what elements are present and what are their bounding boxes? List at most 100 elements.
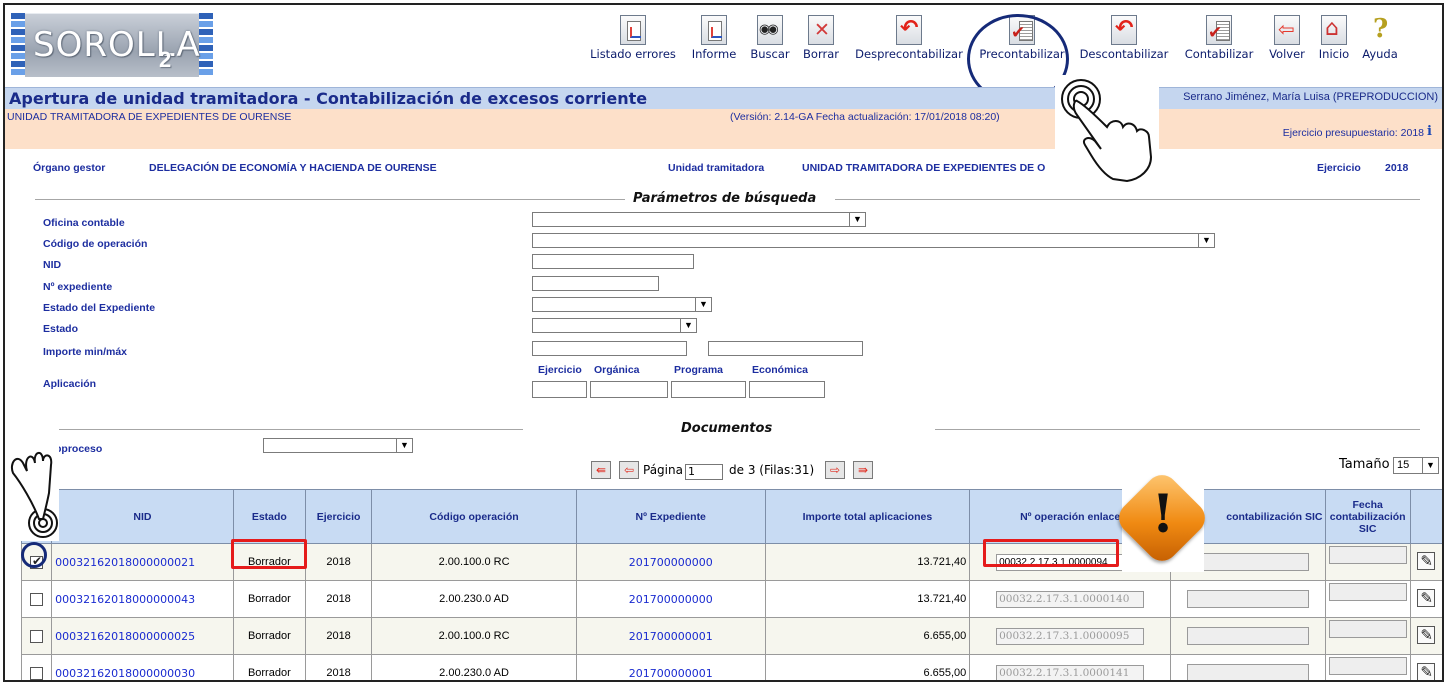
estado-exp-label: Estado del Expediente <box>43 302 156 314</box>
undo-icon <box>896 15 922 45</box>
prev-page-icon[interactable]: ⇦ <box>619 461 639 479</box>
table-row[interactable]: 00032162018000000025 Borrador 2018 2.00.… <box>20 617 1442 655</box>
header-importe[interactable]: Importe total aplicaciones <box>764 489 971 544</box>
subproceso-select[interactable]: ▼ <box>263 438 413 453</box>
codigo-select[interactable]: ▼ <box>532 233 1215 248</box>
table-row[interactable]: 00032162018000000043 Borrador 2018 2.00.… <box>20 580 1442 618</box>
unit-name: UNIDAD TRAMITADORA DE EXPEDIENTES DE OUR… <box>7 111 292 123</box>
search-section-title: Parámetros de búsqueda <box>633 191 817 206</box>
table-row[interactable]: 00032162018000000030 Borrador 2018 2.00.… <box>20 654 1442 680</box>
edit-icon[interactable] <box>1417 662 1436 680</box>
descontabilizar-button[interactable]: Descontabilizar <box>1073 15 1175 61</box>
row-contab-sic-input[interactable] <box>1186 553 1309 571</box>
row-checkbox[interactable] <box>30 666 44 680</box>
inicio-label: Inicio <box>1318 47 1350 61</box>
volver-button[interactable]: Volver <box>1263 15 1311 61</box>
report-icon <box>701 15 727 45</box>
ejercicio-value: 2018 <box>1385 162 1409 174</box>
aplicacion-economica-input[interactable] <box>749 381 825 398</box>
row-codigo: 2.00.230.0 AD <box>371 580 577 618</box>
row-nid-link[interactable]: 00032162018000000043 <box>51 580 234 618</box>
aplicacion-label: Aplicación <box>43 378 97 390</box>
ayuda-label: Ayuda <box>1362 47 1398 61</box>
next-page-icon[interactable]: ⇨ <box>825 461 845 479</box>
row-nid-link[interactable]: 00032162018000000030 <box>51 654 234 680</box>
edit-icon[interactable] <box>1417 625 1436 644</box>
oficina-label: Oficina contable <box>43 217 125 229</box>
size-select[interactable]: 15 ▼ <box>1393 457 1439 474</box>
aplicacion-ejercicio-label: Ejercicio <box>538 364 582 376</box>
row-estado: Borrador <box>232 654 306 680</box>
info-icon[interactable]: i <box>1427 124 1439 139</box>
header-codigo[interactable]: Código operación <box>371 489 577 544</box>
buscar-button[interactable]: Buscar <box>745 15 795 61</box>
contabilizar-button[interactable]: Contabilizar <box>1176 15 1262 61</box>
row-codigo: 2.00.100.0 RC <box>371 617 577 655</box>
row-fecha-sic-input[interactable] <box>1328 583 1407 601</box>
row-fecha-sic-input[interactable] <box>1328 620 1407 638</box>
listado-errores-button[interactable]: Listado errores <box>583 15 683 61</box>
descontabilizar-label: Descontabilizar <box>1079 47 1169 61</box>
row-enlace-input[interactable]: 00032.2.17.3.1.0000095 <box>996 627 1145 645</box>
nid-input[interactable] <box>532 254 694 269</box>
row-nid-link[interactable]: 00032162018000000021 <box>51 543 234 581</box>
informe-button[interactable]: Informe <box>685 15 743 61</box>
estado-select[interactable]: ▼ <box>532 318 697 333</box>
checklist-icon <box>1206 15 1232 45</box>
aplicacion-organica-input[interactable] <box>590 381 668 398</box>
divider-left <box>35 199 625 200</box>
aplicacion-ejercicio-input[interactable] <box>532 381 587 398</box>
page-input[interactable]: 1 <box>685 464 723 480</box>
first-page-icon[interactable]: ⇚ <box>591 461 611 479</box>
chevron-down-icon: ▼ <box>1422 458 1438 473</box>
row-contab-sic-input[interactable] <box>1186 627 1309 645</box>
chevron-down-icon: ▼ <box>680 319 696 332</box>
table-row[interactable]: 00032162018000000021 Borrador 2018 2.00.… <box>20 543 1442 581</box>
documents-section-title: Documentos <box>681 421 773 436</box>
nid-label: NID <box>43 259 62 271</box>
importe-max-input[interactable] <box>708 341 863 356</box>
row-enlace-input[interactable]: 00032.2.17.3.1.0000140 <box>996 590 1145 608</box>
expediente-input[interactable] <box>532 276 659 291</box>
row-expediente-link[interactable]: 201700000000 <box>575 580 766 618</box>
info-band: UNIDAD TRAMITADORA DE EXPEDIENTES DE OUR… <box>5 109 1442 149</box>
row-expediente-link[interactable]: 201700000001 <box>575 617 766 655</box>
row-enlace-input[interactable]: 00032.2.17.3.1.0000141 <box>996 664 1145 680</box>
inicio-button[interactable]: Inicio <box>1313 15 1355 61</box>
edit-icon[interactable] <box>1417 588 1436 607</box>
row-contab-sic-input[interactable] <box>1186 664 1309 680</box>
row-fecha-sic-input[interactable] <box>1328 546 1407 564</box>
ayuda-button[interactable]: Ayuda <box>1357 14 1403 61</box>
chevron-down-icon: ▼ <box>1198 234 1214 247</box>
home-icon <box>1321 15 1347 45</box>
logo-suffix: 2 <box>159 47 172 72</box>
importe-label: Importe min/máx <box>43 346 128 358</box>
size-value: 15 <box>1397 459 1410 471</box>
oficina-select[interactable]: ▼ <box>532 212 866 227</box>
row-checkbox[interactable] <box>30 629 44 643</box>
row-checkbox[interactable] <box>30 554 44 569</box>
exclamation-mark: ! <box>1151 484 1175 545</box>
row-fecha-sic-input[interactable] <box>1328 657 1407 675</box>
desprecontabilizar-button[interactable]: Desprecontabilizar <box>847 15 971 61</box>
importe-min-input[interactable] <box>532 341 687 356</box>
header-expediente[interactable]: Nº Expediente <box>575 489 766 544</box>
subproceso-label: bproceso <box>55 443 103 455</box>
header-fecha-sic[interactable]: Fecha contabilización SIC <box>1324 489 1411 544</box>
last-page-icon[interactable]: ⇛ <box>853 461 873 479</box>
toolbar: Listado errores Informe Buscar Borrar De… <box>583 14 1442 71</box>
row-expediente-link[interactable]: 201700000000 <box>575 543 766 581</box>
pointing-hand-left-icon <box>5 423 59 541</box>
row-contab-sic-input[interactable] <box>1186 590 1309 608</box>
row-checkbox[interactable] <box>30 592 44 606</box>
header-nid[interactable]: NID <box>51 489 234 544</box>
header-estado[interactable]: Estado <box>232 489 306 544</box>
edit-icon[interactable] <box>1417 551 1436 570</box>
header-ejercicio[interactable]: Ejercicio <box>304 489 373 544</box>
row-nid-link[interactable]: 00032162018000000025 <box>51 617 234 655</box>
estado-expediente-select[interactable]: ▼ <box>532 297 712 312</box>
borrar-button[interactable]: Borrar <box>796 15 846 61</box>
precontabilizar-button[interactable]: Precontabilizar <box>972 15 1072 61</box>
aplicacion-programa-input[interactable] <box>671 381 746 398</box>
row-expediente-link[interactable]: 201700000001 <box>575 654 766 680</box>
